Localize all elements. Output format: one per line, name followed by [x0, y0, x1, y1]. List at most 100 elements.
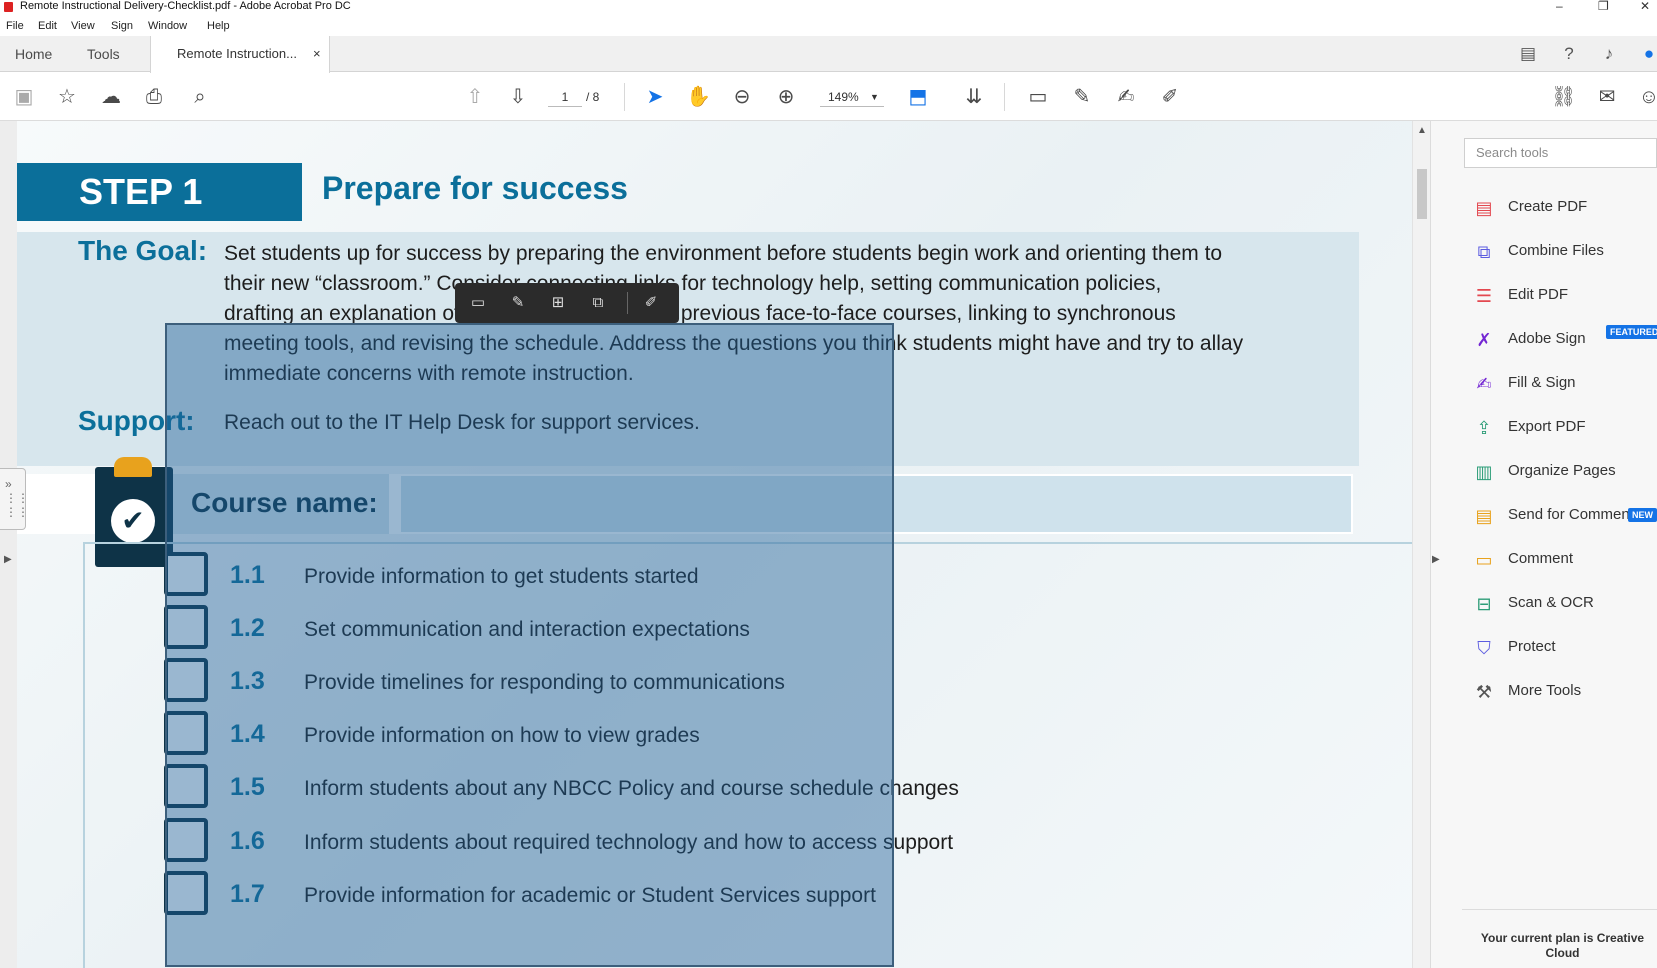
tool-export-pdf[interactable]: ⇪ Export PDF: [1472, 412, 1657, 442]
expand-pane-icon: » ⋮⋮ ⋮⋮: [5, 477, 29, 519]
comment-icon[interactable]: ▭: [1026, 85, 1050, 109]
crop-copy-icon[interactable]: ⧉: [587, 292, 609, 314]
combine-files-icon: ⧉: [1477, 242, 1491, 262]
plan-info: Your current plan is Creative Cloud: [1480, 931, 1645, 960]
close-icon[interactable]: ✕: [1640, 0, 1650, 13]
share-user-icon[interactable]: ☺: [1637, 85, 1657, 109]
link-icon[interactable]: ⛓: [1551, 85, 1576, 109]
account-icon[interactable]: ●: [1638, 43, 1657, 65]
window-title: Remote Instructional Delivery-Checklist.…: [20, 0, 351, 12]
chevron-down-icon: ▼: [870, 92, 879, 102]
send-comments-icon: ▤: [1475, 506, 1493, 526]
shield-icon: ⛉: [1477, 638, 1491, 658]
page-down-icon[interactable]: ⇩: [506, 85, 530, 109]
tool-label: More Tools: [1508, 682, 1582, 699]
pane-divider: [1462, 909, 1657, 910]
edit-icon[interactable]: ✐: [1158, 85, 1182, 109]
new-badge: NEW: [1628, 508, 1657, 522]
upload-icon[interactable]: ☁: [99, 85, 123, 109]
mail-icon[interactable]: ✉: [1595, 85, 1619, 109]
menu-help[interactable]: Help: [207, 20, 230, 32]
highlight-icon[interactable]: ✎: [1070, 85, 1094, 109]
tool-comment[interactable]: ▭ Comment: [1472, 544, 1657, 574]
tool-label: Scan & OCR: [1508, 594, 1594, 611]
clipboard-clip: [114, 457, 152, 477]
chat-icon[interactable]: ▤: [1517, 43, 1539, 65]
search-zoom-icon[interactable]: ⌕: [188, 85, 212, 109]
tool-label: Create PDF: [1508, 198, 1588, 215]
goal-label: The Goal:: [78, 235, 208, 266]
scroll-up-icon[interactable]: ▲: [1417, 125, 1427, 136]
hand-icon[interactable]: ✋: [686, 85, 711, 109]
restore-icon[interactable]: ❐: [1598, 0, 1609, 13]
pdf-page: STEP 1 Prepare for success The Goal: Set…: [17, 121, 1412, 968]
zoom-level-select[interactable]: 149% ▼: [820, 87, 884, 107]
highlight-pen-icon[interactable]: ✎: [507, 292, 529, 314]
scroll-mode-icon[interactable]: ⇊: [962, 85, 986, 109]
selection-rectangle[interactable]: [165, 323, 894, 967]
document-tab-label: Remote Instruction...: [177, 46, 297, 61]
menu-window[interactable]: Window: [148, 20, 187, 32]
page-total: / 8: [586, 90, 600, 104]
main-toolbar: ▣ ☆ ☁ ⎙ ⌕ ⇧ ⇩ 1 / 8 ➤ ✋ ⊖ ⊕ 149% ▼ ⬒ ⇊ ▭…: [0, 73, 1657, 121]
menu-edit[interactable]: Edit: [38, 20, 57, 32]
goal-text-line: their new “classroom.” Consider connecti…: [224, 272, 1162, 295]
page-up-icon[interactable]: ⇧: [463, 85, 487, 109]
left-pane-toggle-icon[interactable]: ▶: [4, 554, 12, 565]
save-icon[interactable]: ▣: [12, 85, 36, 109]
comment-icon[interactable]: ▭: [467, 292, 489, 314]
select-arrow-icon[interactable]: ➤: [643, 85, 667, 109]
title-bar: Remote Instructional Delivery-Checklist.…: [0, 0, 1657, 14]
tab-home[interactable]: Home: [15, 36, 52, 72]
edit-text-icon[interactable]: ✐: [640, 292, 662, 314]
tool-organize-pages[interactable]: ▥ Organize Pages: [1472, 456, 1657, 486]
organize-pages-icon: ▥: [1475, 462, 1493, 482]
vertical-scrollbar[interactable]: ▲: [1412, 121, 1430, 968]
featured-badge: FEATURED: [1606, 325, 1657, 339]
tab-document[interactable]: Remote Instruction... ×: [150, 36, 330, 73]
tool-fill-sign[interactable]: ✍ Fill & Sign: [1472, 368, 1657, 398]
tool-scan-ocr[interactable]: ⊟ Scan & OCR: [1472, 588, 1657, 618]
menu-file[interactable]: File: [6, 20, 24, 32]
tool-protect[interactable]: ⛉ Protect: [1472, 632, 1657, 662]
bookmark-star-icon[interactable]: ☆: [55, 85, 79, 109]
more-tools-icon: ⚒: [1475, 682, 1493, 702]
print-icon[interactable]: ⎙: [142, 85, 166, 109]
document-viewport[interactable]: STEP 1 Prepare for success The Goal: Set…: [0, 121, 1430, 968]
menu-sign[interactable]: Sign: [111, 20, 133, 32]
fit-page-icon[interactable]: ⬒: [906, 85, 930, 109]
tab-tools[interactable]: Tools: [87, 36, 120, 72]
menu-view[interactable]: View: [71, 20, 95, 32]
zoom-in-icon[interactable]: ⊕: [774, 85, 798, 109]
stamp-icon[interactable]: ⊞: [547, 292, 569, 314]
export-pdf-icon: ⇪: [1476, 418, 1492, 438]
create-pdf-icon: ▤: [1475, 198, 1493, 218]
selection-toolbar: ▭ ✎ ⊞ ⧉ ✐: [455, 283, 679, 323]
sign-icon[interactable]: ✍: [1114, 85, 1138, 109]
tool-more-tools[interactable]: ⚒ More Tools: [1472, 676, 1657, 706]
tool-combine-files[interactable]: ⧉ Combine Files: [1472, 236, 1657, 266]
tool-label: Protect: [1508, 638, 1556, 655]
left-pane-handle[interactable]: » ⋮⋮ ⋮⋮: [0, 468, 29, 530]
close-tab-icon[interactable]: ×: [313, 36, 321, 72]
help-icon[interactable]: ?: [1558, 43, 1580, 65]
tool-create-pdf[interactable]: ▤ Create PDF: [1472, 192, 1657, 222]
zoom-out-icon[interactable]: ⊖: [730, 85, 754, 109]
step-heading: Prepare for success: [322, 170, 628, 206]
scrollbar-thumb[interactable]: [1417, 169, 1427, 219]
tool-edit-pdf[interactable]: ☰ Edit PDF: [1472, 280, 1657, 310]
tool-label: Organize Pages: [1508, 462, 1616, 479]
bell-icon[interactable]: ♪: [1598, 43, 1620, 65]
collapse-pane-icon[interactable]: ▶: [1432, 554, 1440, 565]
tab-bar: Home Tools Remote Instruction... × ▤ ? ♪…: [0, 36, 1657, 73]
adobe-sign-icon: ✗: [1476, 330, 1492, 350]
comment-icon: ▭: [1475, 550, 1493, 570]
scan-ocr-icon: ⊟: [1476, 594, 1492, 614]
search-tools-input[interactable]: Search tools: [1464, 138, 1657, 168]
minimize-icon[interactable]: –: [1556, 0, 1563, 13]
tool-label: Edit PDF: [1508, 286, 1569, 303]
tool-label: Comment: [1508, 550, 1574, 567]
page-number-input[interactable]: 1: [548, 87, 582, 107]
acrobat-app-icon: [4, 2, 13, 12]
tool-label: Combine Files: [1508, 242, 1604, 259]
